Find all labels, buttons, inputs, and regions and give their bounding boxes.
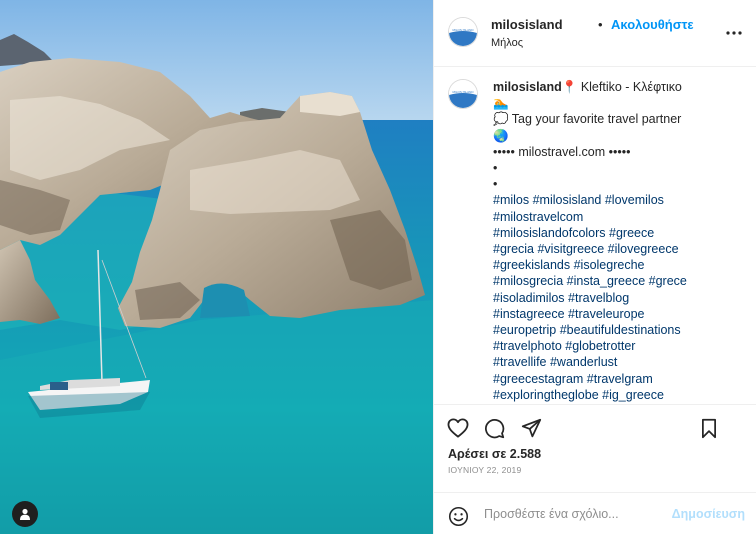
post-author-username[interactable]: milosisland [491, 17, 563, 32]
milosisland-logo-icon: MILOS ISLAND [449, 80, 477, 108]
bookmark-icon [702, 418, 716, 439]
comment-input[interactable] [484, 505, 664, 523]
follow-button[interactable]: Ακολουθήστε [611, 17, 694, 32]
svg-text:MILOS ISLAND: MILOS ISLAND [452, 90, 474, 94]
comment-icon [485, 419, 505, 439]
emoji-icon [448, 506, 469, 527]
more-options-button[interactable] [726, 22, 742, 40]
separator-dot: • [598, 17, 603, 32]
comment-button[interactable] [484, 418, 505, 444]
more-options-icon [726, 31, 742, 35]
svg-text:MILOS ISLAND: MILOS ISLAND [452, 28, 474, 32]
post-date[interactable]: ΙΟΥΝΙΟΥ 22, 2019 [448, 465, 521, 475]
emoji-button[interactable] [448, 506, 469, 532]
caption-line: ••••• milostravel.com ••••• [493, 144, 631, 159]
user-tag-icon [20, 508, 30, 520]
caption-line: 💭 Tag your favorite travel partner [493, 112, 682, 127]
post-location[interactable]: Μήλος [491, 37, 523, 49]
heart-icon [447, 418, 469, 438]
caption-line: • [493, 177, 498, 192]
user-tag-button[interactable] [12, 501, 38, 527]
hashtag-line[interactable]: #greekislands #isolegreche [493, 257, 739, 273]
share-icon [521, 418, 542, 438]
hashtag-line[interactable]: #exploringtheglobe #ig_greece [493, 387, 739, 403]
kleftiko-photo [0, 0, 433, 534]
avatar[interactable]: MILOS ISLAND [448, 17, 478, 47]
instagram-post-window: MILOS ISLAND milosisland • Ακολουθήστε Μ… [0, 0, 756, 534]
hashtag-line[interactable]: #milostravelcom [493, 209, 739, 225]
caption-username[interactable]: milosisland [493, 80, 562, 94]
hashtag-line[interactable]: #milos #milosisland #lovemilos [493, 192, 739, 208]
milosisland-logo-icon: MILOS ISLAND [449, 18, 477, 46]
post-details-panel: MILOS ISLAND milosisland • Ακολουθήστε Μ… [433, 0, 756, 534]
hashtag-list: #milos #milosisland #lovemilos #milostra… [493, 192, 739, 403]
post-comment-button[interactable]: Δημοσίευση [672, 507, 745, 521]
hashtag-line[interactable]: #isoladimilos #travelblog [493, 290, 739, 306]
add-comment-bar: Δημοσίευση [434, 492, 756, 534]
post-photo[interactable] [0, 0, 433, 534]
hashtag-line[interactable]: #greecestagram #travelgram [493, 371, 739, 387]
post-caption: milosisland📍 Kleftiko - Κλέφτικο 🏊 💭 Tag… [493, 79, 739, 403]
like-count[interactable]: Αρέσει σε 2.588 [448, 447, 541, 461]
hashtag-line[interactable]: #milosislandofcolors #greece [493, 225, 739, 241]
comments-section[interactable]: MILOS ISLAND milosisland📍 Kleftiko - Κλέ… [434, 66, 756, 404]
share-button[interactable] [521, 418, 542, 444]
like-button[interactable] [447, 418, 469, 443]
caption-line: • [493, 161, 498, 176]
avatar[interactable]: MILOS ISLAND [448, 79, 478, 109]
post-header: MILOS ISLAND milosisland • Ακολουθήστε Μ… [434, 0, 756, 67]
caption-line: 🌏 [493, 128, 509, 143]
caption-line: 🏊 [493, 96, 509, 111]
hashtag-line[interactable]: #milosgrecia #insta_greece #grece [493, 273, 739, 289]
save-button[interactable] [700, 418, 718, 444]
hashtag-line[interactable]: #grecia #visitgreece #ilovegreece [493, 241, 739, 257]
caption-line: 📍 Kleftiko - Κλέφτικο [561, 80, 682, 94]
post-actions-bar [434, 404, 756, 448]
hashtag-line[interactable]: #instagreece #traveleurope [493, 306, 739, 322]
hashtag-line[interactable]: #europetrip #beautifuldestinations [493, 322, 739, 338]
hashtag-line[interactable]: #travellife #wanderlust [493, 354, 739, 370]
hashtag-line[interactable]: #travelphoto #globetrotter [493, 338, 739, 354]
